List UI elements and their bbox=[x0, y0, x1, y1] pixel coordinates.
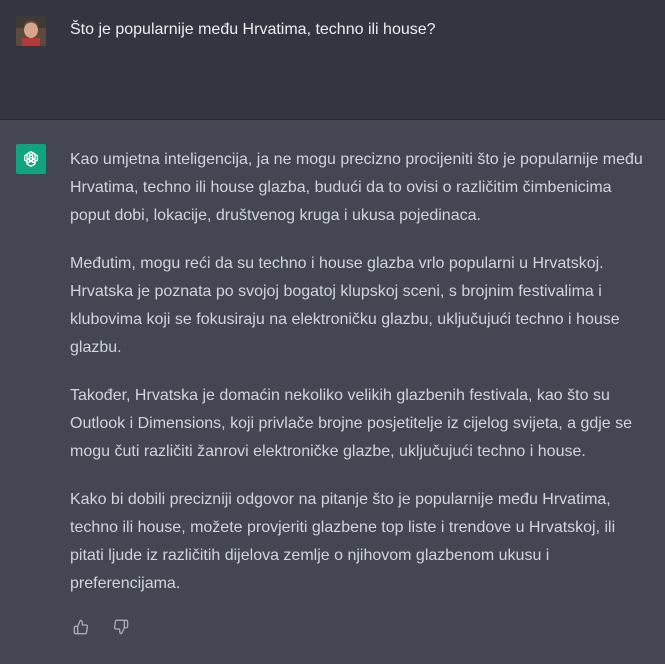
thumbs-up-icon bbox=[73, 619, 89, 635]
thumbs-up-button[interactable] bbox=[72, 618, 90, 636]
user-avatar bbox=[16, 16, 46, 46]
assistant-answer: Kao umjetna inteligencija, ja ne mogu pr… bbox=[70, 146, 650, 618]
thumbs-down-icon bbox=[113, 619, 129, 635]
thumbs-down-button[interactable] bbox=[112, 618, 130, 636]
assistant-message-row: Kao umjetna inteligencija, ja ne mogu pr… bbox=[0, 120, 665, 664]
answer-paragraph: Međutim, mogu reći da su techno i house … bbox=[70, 255, 620, 356]
user-message-row: Što je popularnije među Hrvatima, techno… bbox=[0, 0, 665, 120]
answer-paragraph: Također, Hrvatska je domaćin nekoliko ve… bbox=[70, 387, 633, 460]
feedback-buttons bbox=[72, 618, 130, 636]
answer-paragraph: Kao umjetna inteligencija, ja ne mogu pr… bbox=[70, 151, 643, 224]
user-message-text: Što je popularnije među Hrvatima, techno… bbox=[70, 21, 436, 38]
answer-paragraph: Kako bi dobili precizniji odgovor na pit… bbox=[70, 491, 616, 592]
openai-logo-icon bbox=[16, 144, 46, 174]
